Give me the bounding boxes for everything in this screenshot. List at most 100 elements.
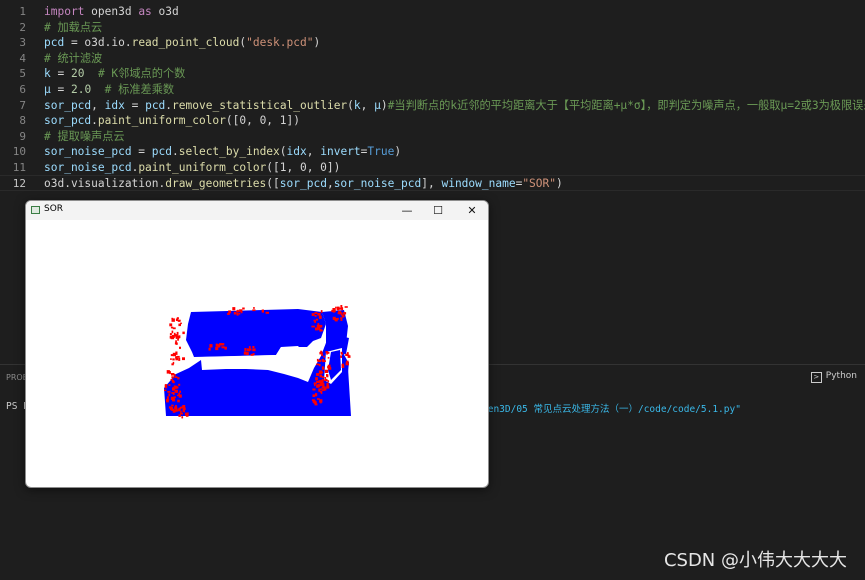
code-text: pcd = o3d.io.read_point_cloud("desk.pcd"… [44, 35, 320, 51]
code-token: # 统计滤波 [44, 51, 103, 65]
code-token: remove_statistical_outlier [172, 98, 348, 112]
code-token: , [91, 98, 105, 112]
code-text: sor_pcd.paint_uniform_color([0, 0, 1]) [44, 113, 300, 129]
code-text: # 提取噪声点云 [44, 129, 125, 145]
code-token: 20 [70, 67, 85, 81]
code-token: ( [347, 98, 354, 112]
inlier-point-cloud [164, 309, 351, 416]
line-number: 5 [19, 67, 26, 81]
code-token: pcd [145, 98, 166, 112]
maximize-button[interactable]: ☐ [423, 202, 453, 219]
line-number: 11 [12, 161, 26, 174]
code-text: μ = 2.0 # 标准差乘数 [44, 82, 174, 98]
code-token: = [50, 67, 71, 81]
window-title: SOR [44, 204, 64, 214]
code-token: = [124, 98, 146, 112]
code-token: # 加载点云 [44, 20, 103, 34]
code-token: pcd [151, 145, 172, 159]
code-text: sor_pcd, idx = pcd.remove_statistical_ou… [44, 98, 865, 114]
line-number: 6 [19, 83, 26, 96]
code-token: , [326, 176, 334, 190]
code-token: sor_noise_pcd [44, 161, 132, 174]
code-line[interactable]: 10 sor_noise_pcd = pcd.select_by_index(id… [0, 144, 865, 160]
code-token: ) [394, 145, 402, 159]
code-token: paint_uniform_color [138, 161, 267, 174]
code-token: #当判断点的k近邻的平均距离大于【平均距离+μ*σ】，即判定为噪声点，一般取μ=… [387, 98, 865, 112]
code-token: o3d [158, 5, 179, 18]
code-token: = [50, 83, 71, 96]
code-token: k [44, 67, 51, 81]
sor-viewer-window[interactable]: SOR — ☐ ✕ [25, 200, 489, 488]
code-token: open3d [91, 5, 139, 18]
code-token: "desk.pcd" [246, 36, 314, 50]
code-token: True [367, 145, 395, 159]
code-token: μ [44, 83, 51, 96]
code-token: 2.0 [70, 83, 92, 96]
code-token: ([1, 0, 0]) [266, 161, 341, 174]
code-token: "SOR" [522, 176, 556, 190]
line-number: 8 [19, 114, 26, 128]
code-text: # 加载点云 [44, 20, 102, 36]
line-number: 3 [19, 36, 26, 50]
code-line[interactable]: 11 sor_noise_pcd.paint_uniform_color([1, … [0, 160, 865, 176]
code-token: ([0, 0, 1]) [225, 114, 300, 128]
terminal-icon: > [810, 372, 822, 383]
code-token: idx [104, 98, 125, 112]
window-titlebar[interactable]: SOR — ☐ ✕ [26, 201, 488, 220]
code-token: , [306, 145, 321, 159]
code-line[interactable]: 6 μ = 2.0 # 标准差乘数 [0, 82, 865, 98]
code-token: draw_geometries [165, 176, 267, 190]
code-editor[interactable]: 1 import open3d as o3d 2 # 加载点云 3 pcd = o3d.i… [0, 0, 865, 196]
code-token: sor_noise_pcd [333, 176, 422, 190]
code-token: ) [313, 36, 321, 50]
code-token: select_by_index [178, 145, 280, 159]
code-line[interactable]: 8 sor_pcd.paint_uniform_color([0, 0, 1]) [0, 113, 865, 129]
code-token: . [91, 114, 98, 128]
minimize-button[interactable]: — [392, 202, 422, 219]
code-token: ], [421, 176, 442, 190]
code-text: sor_noise_pcd = pcd.select_by_index(idx,… [44, 144, 401, 160]
code-line[interactable]: 7 sor_pcd, idx = pcd.remove_statistical_o… [0, 98, 865, 114]
close-button[interactable]: ✕ [457, 202, 487, 219]
code-line[interactable]: 5 k = 20 # K邻域点的个数 [0, 66, 865, 82]
code-token: # K邻域点的个数 [97, 67, 186, 81]
terminal-command-path: pen3D/05 常见点云处理方法（一）/code/code/5.1.py" [482, 404, 741, 415]
line-number: 4 [19, 51, 26, 65]
code-token: = o3d.io. [64, 36, 132, 50]
code-token: ) [556, 176, 563, 190]
code-line[interactable]: 2 # 加载点云 [0, 20, 865, 36]
code-token: invert [320, 145, 361, 159]
code-line[interactable]: 12 o3d.visualization.draw_geometries([sor… [0, 176, 865, 192]
point-cloud-view[interactable] [26, 220, 488, 487]
code-token: sor_pcd [44, 98, 92, 112]
code-token: paint_uniform_color [97, 114, 226, 128]
code-token: ) [380, 98, 388, 112]
code-text: import open3d as o3d [44, 4, 179, 20]
code-token: sor_pcd [44, 114, 92, 128]
code-token: read_point_cloud [131, 36, 240, 50]
code-token: idx [286, 145, 307, 159]
watermark: CSDN @小伟大大大大 [663, 550, 847, 571]
code-token: window_name [441, 176, 516, 190]
code-token: . [172, 145, 179, 159]
python-terminal-tab[interactable]: > Python [810, 371, 857, 383]
code-text: # 统计滤波 [44, 51, 102, 67]
code-line[interactable]: 3 pcd = o3d.io.read_point_cloud("desk.pcd… [0, 35, 865, 51]
code-token: sor_noise_pcd [44, 145, 132, 159]
code-token: sor_pcd [279, 176, 327, 190]
code-token: # 提取噪声点云 [44, 129, 125, 143]
code-token: ([ [266, 176, 280, 190]
code-token: μ [374, 98, 381, 112]
code-line[interactable]: 9 # 提取噪声点云 [0, 129, 865, 145]
line-number: 12 [12, 176, 26, 190]
code-text: k = 20 # K邻域点的个数 [44, 66, 185, 82]
code-token: as [138, 5, 159, 18]
code-token: pcd [44, 36, 65, 50]
code-token: import [44, 5, 92, 18]
code-line[interactable]: 4 # 统计滤波 [0, 51, 865, 67]
python-terminal-label: Python [825, 371, 857, 381]
code-token: k [353, 98, 361, 112]
code-line[interactable]: 1 import open3d as o3d [0, 4, 865, 20]
